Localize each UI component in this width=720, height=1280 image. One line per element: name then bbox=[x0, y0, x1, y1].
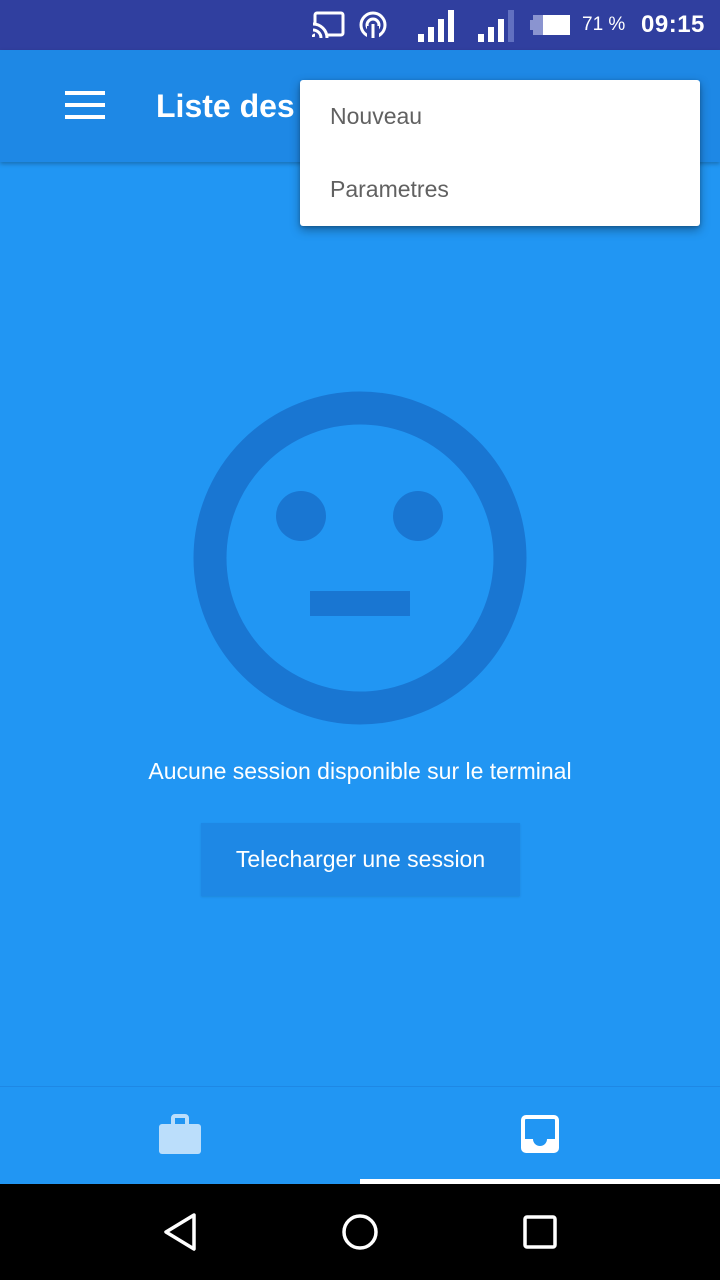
battery-percent: 71 % bbox=[582, 14, 626, 35]
signal-icon bbox=[476, 0, 520, 50]
cast-icon bbox=[312, 0, 346, 50]
back-icon[interactable] bbox=[130, 1184, 230, 1280]
signal-icon bbox=[416, 0, 460, 50]
download-session-button[interactable]: Telecharger une session bbox=[201, 823, 520, 896]
tab-inbox[interactable] bbox=[360, 1087, 720, 1185]
recents-icon[interactable] bbox=[490, 1184, 590, 1280]
inbox-icon bbox=[521, 1114, 559, 1158]
clock: 09:15 bbox=[641, 11, 705, 38]
menu-item-nouveau[interactable]: Nouveau bbox=[300, 80, 700, 153]
battery-icon bbox=[530, 0, 572, 50]
hamburger-menu-icon[interactable] bbox=[52, 72, 118, 138]
tab-briefcase[interactable] bbox=[0, 1087, 360, 1185]
screen: 71 % 09:15 Liste des sessions Nouveau Pa… bbox=[0, 0, 720, 1280]
overflow-menu: Nouveau Parametres bbox=[300, 80, 700, 226]
hotspot-icon bbox=[358, 0, 388, 50]
home-icon[interactable] bbox=[310, 1184, 410, 1280]
neutral-face-icon bbox=[193, 391, 527, 725]
bottom-tab-bar bbox=[0, 1086, 720, 1184]
empty-state-message: Aucune session disponible sur le termina… bbox=[148, 758, 572, 784]
status-bar: 71 % 09:15 bbox=[0, 0, 720, 50]
menu-item-parametres[interactable]: Parametres bbox=[300, 153, 700, 226]
briefcase-icon bbox=[159, 1113, 201, 1159]
nav-bar bbox=[0, 1184, 720, 1280]
